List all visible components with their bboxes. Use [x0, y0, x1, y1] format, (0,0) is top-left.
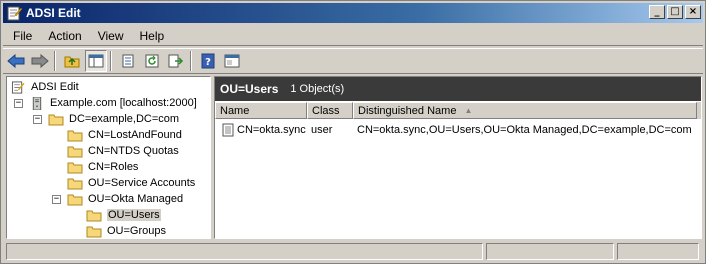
details-pane[interactable]: OU=Users 1 Object(s) Name Class Distingu… — [214, 76, 702, 239]
maximize-button[interactable]: □ — [667, 5, 683, 19]
forward-button[interactable] — [29, 50, 51, 72]
tree-item[interactable]: CN=NTDS Quotas — [67, 143, 179, 159]
help-button[interactable]: ? — [197, 50, 219, 72]
adsi-edit-icon — [11, 80, 25, 94]
export-icon — [168, 54, 184, 68]
adsi-edit-window: ADSI Edit _ □ × File Action View Help ? … — [0, 0, 706, 264]
show-tree-icon — [88, 54, 104, 68]
properties-button[interactable] — [117, 50, 139, 72]
menu-help[interactable]: Help — [134, 29, 171, 43]
toolbar-separator — [110, 51, 112, 71]
menu-view[interactable]: View — [92, 29, 130, 43]
user-object-icon — [222, 123, 234, 137]
details-title: OU=Users — [220, 82, 279, 96]
show-hide-tree-button[interactable] — [85, 50, 107, 72]
tree-item-label: CN=Roles — [88, 161, 139, 173]
forward-icon — [31, 54, 49, 68]
up-folder-icon — [64, 56, 80, 68]
collapse-toggle[interactable]: − — [52, 194, 61, 204]
column-header-name[interactable]: Name — [215, 102, 307, 119]
console-button[interactable] — [221, 50, 243, 72]
refresh-button[interactable] — [141, 50, 163, 72]
tree-item-selected[interactable]: OU=Users — [86, 207, 161, 223]
minimize-button[interactable]: _ — [649, 5, 665, 19]
title-bar[interactable]: ADSI Edit _ □ × — [3, 3, 703, 23]
object-count: 1 Object(s) — [290, 83, 345, 95]
status-bar — [3, 242, 703, 261]
folder-icon — [67, 194, 83, 205]
tree-item[interactable]: OU=Service Accounts — [67, 175, 195, 191]
folder-icon — [86, 210, 102, 221]
status-pane — [6, 243, 483, 260]
tree-root[interactable]: ADSI Edit — [10, 79, 79, 95]
sort-ascending-icon: ▲ — [464, 106, 473, 115]
tree-item-okta[interactable]: − OU=Okta Managed — [52, 191, 183, 207]
folder-icon — [48, 114, 64, 125]
status-pane — [617, 243, 699, 260]
toolbar-separator — [54, 51, 56, 71]
tree-root-label: ADSI Edit — [31, 81, 79, 93]
tree-item-label: CN=LostAndFound — [88, 129, 182, 141]
tree-item-label: CN=NTDS Quotas — [88, 145, 179, 157]
tree-pane[interactable]: ADSI Edit − Example.com [localhost:2000]… — [6, 76, 211, 239]
console-icon — [224, 54, 240, 68]
close-button[interactable]: × — [685, 5, 701, 19]
column-header-dn[interactable]: Distinguished Name ▲ — [353, 102, 697, 119]
row-dn: CN=okta.sync,OU=Users,OU=Okta Managed,DC… — [357, 124, 692, 136]
menu-bar: File Action View Help — [3, 26, 703, 46]
toolbar-separator — [190, 51, 192, 71]
server-icon — [32, 96, 42, 110]
list-row[interactable]: CN=okta.sync user CN=okta.sync,OU=Users,… — [215, 122, 692, 138]
help-icon: ? — [201, 53, 215, 69]
up-one-level-button[interactable] — [61, 50, 83, 72]
tree-item[interactable]: OU=Groups — [86, 223, 166, 238]
svg-text:?: ? — [205, 57, 211, 68]
folder-icon — [67, 178, 83, 189]
tree-domain[interactable]: − DC=example,DC=com — [33, 111, 179, 127]
column-headers: Name Class Distinguished Name ▲ — [215, 102, 701, 119]
column-header-class[interactable]: Class — [307, 102, 353, 119]
menu-file[interactable]: File — [7, 29, 38, 43]
collapse-toggle[interactable]: − — [33, 114, 42, 124]
row-class: user — [311, 124, 333, 136]
row-name: CN=okta.sync — [237, 124, 306, 136]
folder-icon — [67, 146, 83, 157]
details-header: OU=Users 1 Object(s) — [215, 77, 701, 101]
collapse-toggle[interactable]: − — [14, 98, 23, 108]
window-title: ADSI Edit — [26, 6, 81, 20]
tree-connection-label: Example.com [localhost:2000] — [50, 97, 197, 109]
refresh-icon — [145, 54, 159, 68]
export-list-button[interactable] — [165, 50, 187, 72]
tree-item-label: OU=Groups — [107, 225, 166, 237]
tree-item[interactable]: CN=LostAndFound — [67, 127, 182, 143]
tree-connection[interactable]: − Example.com [localhost:2000] — [14, 95, 197, 111]
tree-item-label: OU=Service Accounts — [88, 177, 196, 189]
back-button[interactable] — [5, 50, 27, 72]
folder-icon — [86, 226, 102, 237]
tree-item-label: OU=Okta Managed — [88, 193, 184, 205]
properties-icon — [122, 54, 134, 68]
toolbar: ? — [3, 48, 703, 74]
tree-item[interactable]: CN=Roles — [67, 159, 138, 175]
adsi-app-icon — [7, 6, 22, 21]
tree-domain-label: DC=example,DC=com — [69, 113, 180, 125]
menu-action[interactable]: Action — [42, 29, 87, 43]
folder-icon — [67, 130, 83, 141]
back-icon — [7, 54, 25, 68]
folder-icon — [67, 162, 83, 173]
status-pane — [486, 243, 614, 260]
tree-item-label: OU=Users — [107, 209, 161, 221]
